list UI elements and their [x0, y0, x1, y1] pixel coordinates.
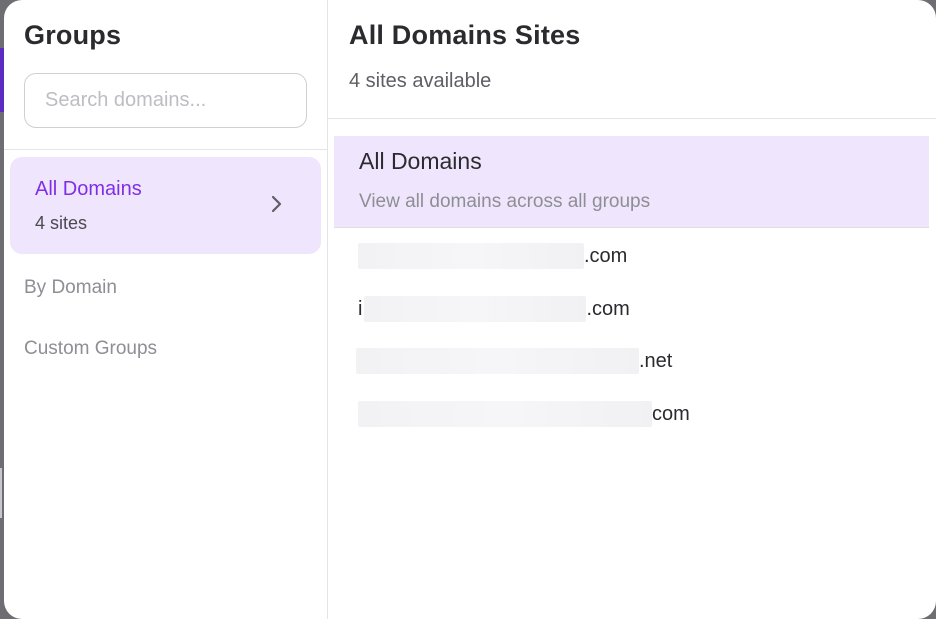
panel-divider [328, 118, 936, 119]
sidebar-divider [4, 149, 328, 150]
domain-prefix: i [358, 297, 363, 320]
redacted-domain-name [358, 243, 584, 269]
all-domains-item[interactable]: All Domains View all domains across all … [334, 136, 929, 228]
page-title: All Domains Sites [349, 20, 581, 50]
domain-group-modal: Groups All Domains 4 sites By Domain Cus… [4, 0, 936, 619]
sites-count: 4 sites available [349, 70, 492, 92]
site-item[interactable]: .net [356, 346, 672, 376]
all-domains-title: All Domains [359, 148, 482, 174]
domain-suffix: .com [586, 297, 630, 320]
group-item-count: 4 sites [35, 213, 88, 233]
domain-suffix: com [652, 402, 690, 425]
chevron-right-icon [271, 195, 282, 213]
search-input[interactable] [24, 73, 307, 128]
redacted-domain-name [356, 348, 639, 374]
group-item-custom-groups[interactable]: Custom Groups [24, 338, 157, 360]
redacted-domain-name [358, 401, 652, 427]
all-domains-description: View all domains across all groups [359, 191, 651, 212]
site-item[interactable]: .com [358, 241, 627, 271]
sidebar-title: Groups [24, 20, 122, 50]
group-item-all-domains[interactable]: All Domains 4 sites [10, 157, 321, 254]
site-item[interactable]: i .com [358, 294, 630, 324]
redacted-domain-name [364, 296, 587, 322]
backdrop-line [0, 468, 2, 518]
group-item-by-domain[interactable]: By Domain [24, 277, 117, 299]
groups-sidebar: Groups All Domains 4 sites By Domain Cus… [4, 0, 328, 619]
domain-suffix: .net [639, 349, 673, 372]
sites-panel: All Domains Sites 4 sites available All … [328, 0, 936, 619]
site-item[interactable]: com [358, 399, 690, 429]
domain-suffix: .com [584, 244, 628, 267]
group-item-label: All Domains [35, 178, 142, 200]
